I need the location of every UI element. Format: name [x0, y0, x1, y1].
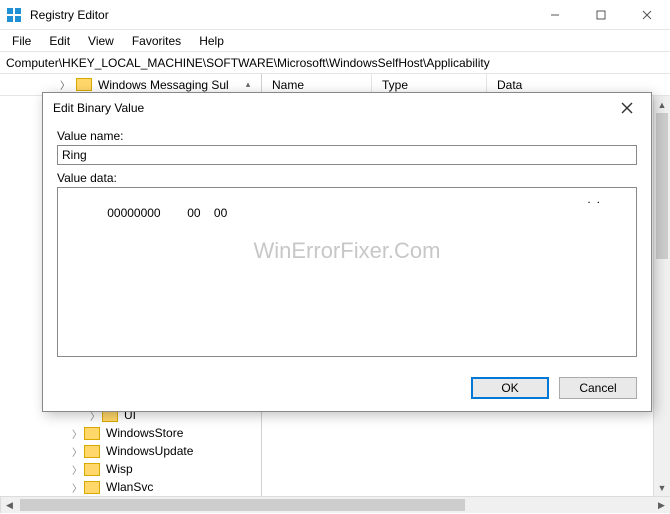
- titlebar: Registry Editor: [0, 0, 670, 30]
- value-data-label: Value data:: [57, 171, 637, 185]
- ok-button[interactable]: OK: [471, 377, 549, 399]
- watermark-text: WinErrorFixer.Com: [58, 238, 636, 264]
- menu-file[interactable]: File: [4, 32, 39, 50]
- values-horizontal-scrollbar[interactable]: ◀ ▶: [0, 496, 670, 513]
- tree-item-label: Wisp: [106, 462, 133, 476]
- minimize-button[interactable]: [532, 0, 578, 29]
- scroll-thumb[interactable]: [656, 113, 668, 259]
- chevron-right-icon[interactable]: 〉: [72, 426, 82, 441]
- tree-item[interactable]: 〉 WlanSvc: [0, 478, 261, 496]
- dialog-close-button[interactable]: [613, 94, 641, 122]
- tree-item-label: WlanSvc: [106, 480, 153, 494]
- close-button[interactable]: [624, 0, 670, 29]
- value-data-hex-editor[interactable]: 0000000000 00.. WinErrorFixer.Com: [57, 187, 637, 357]
- hex-ascii: ..: [587, 192, 606, 206]
- tree-bottom-group: 〉 UI 〉 WindowsStore 〉 WindowsUpdate 〉 Wi…: [0, 406, 261, 496]
- maximize-button[interactable]: [578, 0, 624, 29]
- menu-favorites[interactable]: Favorites: [124, 32, 189, 50]
- tree-item-label: WindowsStore: [106, 426, 183, 440]
- values-vertical-scrollbar[interactable]: ▲ ▼: [653, 96, 670, 496]
- folder-icon: [84, 427, 100, 440]
- menubar: File Edit View Favorites Help: [0, 30, 670, 52]
- chevron-right-icon[interactable]: 〉: [72, 444, 82, 459]
- folder-icon: [76, 78, 92, 91]
- bottom-scrollbars: ◀ ▶ ◀ ▶: [0, 496, 670, 513]
- chevron-right-icon[interactable]: 〉: [72, 462, 82, 477]
- dialog-title: Edit Binary Value: [53, 101, 613, 115]
- folder-icon: [84, 463, 100, 476]
- value-name-field[interactable]: [57, 145, 637, 165]
- hex-offset: 00000000: [107, 206, 187, 220]
- window-title: Registry Editor: [30, 8, 532, 22]
- address-path: Computer\HKEY_LOCAL_MACHINE\SOFTWARE\Mic…: [6, 56, 490, 70]
- address-bar[interactable]: Computer\HKEY_LOCAL_MACHINE\SOFTWARE\Mic…: [0, 52, 670, 74]
- scroll-down-icon[interactable]: ▼: [654, 479, 670, 496]
- dialog-body: Value name: Value data: 0000000000 00.. …: [43, 123, 651, 367]
- scroll-track[interactable]: [18, 497, 653, 513]
- regedit-icon: [6, 7, 22, 23]
- sort-indicator-icon: ▴: [243, 79, 253, 90]
- scroll-track[interactable]: [654, 113, 670, 479]
- menu-help[interactable]: Help: [191, 32, 232, 50]
- scroll-left-icon[interactable]: ◀: [1, 497, 18, 514]
- hex-bytes: 00 00: [187, 206, 447, 220]
- folder-icon: [84, 481, 100, 494]
- tree-item-label: WindowsUpdate: [106, 444, 193, 458]
- window-controls: [532, 0, 670, 29]
- tree-item[interactable]: 〉 WindowsStore: [0, 424, 261, 442]
- scroll-right-icon[interactable]: ▶: [653, 497, 670, 514]
- chevron-right-icon[interactable]: 〉: [72, 480, 82, 495]
- tree-item[interactable]: 〉 WindowsUpdate: [0, 442, 261, 460]
- chevron-right-icon[interactable]: 〉: [60, 77, 70, 92]
- tree-item[interactable]: 〉 Wisp: [0, 460, 261, 478]
- scroll-thumb[interactable]: [20, 499, 465, 511]
- dialog-titlebar: Edit Binary Value: [43, 93, 651, 123]
- menu-view[interactable]: View: [80, 32, 122, 50]
- tree-item-label: Windows Messaging Sul: [98, 78, 239, 92]
- menu-edit[interactable]: Edit: [41, 32, 78, 50]
- folder-icon: [84, 445, 100, 458]
- scroll-up-icon[interactable]: ▲: [654, 96, 670, 113]
- dialog-buttons: OK Cancel: [471, 377, 637, 399]
- value-name-label: Value name:: [57, 129, 637, 143]
- edit-binary-dialog: Edit Binary Value Value name: Value data…: [42, 92, 652, 412]
- cancel-button[interactable]: Cancel: [559, 377, 637, 399]
